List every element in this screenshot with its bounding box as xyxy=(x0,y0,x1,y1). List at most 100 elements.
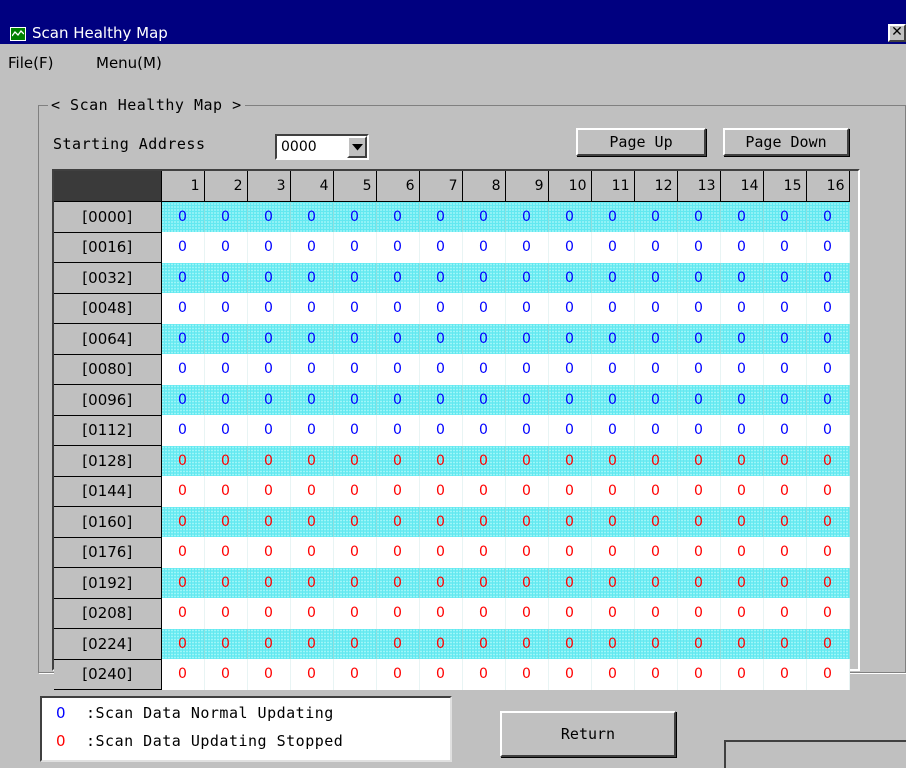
scan-cell: 0 xyxy=(333,537,377,568)
scan-cell: 0 xyxy=(591,445,635,476)
scan-cell: 0 xyxy=(720,354,764,385)
group-title: < Scan Healthy Map > xyxy=(48,96,245,114)
scan-cell: 0 xyxy=(204,384,248,415)
close-icon[interactable]: ✕ xyxy=(888,24,906,42)
starting-address-value: 0000 xyxy=(281,139,317,155)
scan-cell: 0 xyxy=(548,628,592,659)
scan-cell: 0 xyxy=(247,537,291,568)
scan-cell: 0 xyxy=(763,232,807,263)
scan-cell: 0 xyxy=(204,567,248,598)
scan-cell: 0 xyxy=(462,659,506,690)
scan-cell: 0 xyxy=(806,415,850,446)
scan-cell: 0 xyxy=(290,567,334,598)
scan-cell: 0 xyxy=(333,384,377,415)
scan-cell: 0 xyxy=(634,445,678,476)
scan-cell: 0 xyxy=(290,628,334,659)
row-address-label: [0000] xyxy=(54,201,162,233)
legend-stopped: 0:Scan Data Updating Stopped xyxy=(56,732,343,750)
scan-cell: 0 xyxy=(634,232,678,263)
scan-cell: 0 xyxy=(548,506,592,537)
row-address-label: [0176] xyxy=(54,536,162,568)
scan-map-grid[interactable]: 1 2 3 4 5 6 7 8 9 10 11 12 13 14 15 16 [0000] 0 0 0 0 0 0 0 0 0 0 0… xyxy=(52,169,860,690)
scan-cell: 0 xyxy=(247,354,291,385)
scan-cell: 0 xyxy=(419,476,463,507)
page-down-button[interactable]: Page Down xyxy=(723,128,849,156)
scan-cell: 0 xyxy=(505,445,549,476)
menu-bar: File(F) Menu(M) xyxy=(0,44,906,78)
column-header: 2 xyxy=(204,171,248,202)
scan-cell: 0 xyxy=(247,293,291,324)
row-address-label: [0240] xyxy=(54,658,162,690)
scan-cell: 0 xyxy=(333,232,377,263)
scan-cell: 0 xyxy=(548,293,592,324)
scan-cell: 0 xyxy=(763,598,807,629)
scan-cell: 0 xyxy=(677,537,721,568)
scan-cell: 0 xyxy=(247,628,291,659)
scan-cell: 0 xyxy=(591,537,635,568)
column-header: 12 xyxy=(634,171,678,202)
scan-cell: 0 xyxy=(161,567,205,598)
scan-cell: 0 xyxy=(419,384,463,415)
column-header: 9 xyxy=(505,171,549,202)
scan-cell: 0 xyxy=(290,232,334,263)
scan-cell: 0 xyxy=(204,293,248,324)
scan-cell: 0 xyxy=(548,476,592,507)
scan-cell: 0 xyxy=(376,415,420,446)
starting-address-select[interactable]: 0000 xyxy=(275,134,369,160)
scan-cell: 0 xyxy=(204,659,248,690)
scan-cell: 0 xyxy=(505,628,549,659)
scan-cell: 0 xyxy=(376,445,420,476)
scan-cell: 0 xyxy=(720,384,764,415)
scan-cell: 0 xyxy=(548,567,592,598)
scan-cell: 0 xyxy=(204,445,248,476)
scan-cell: 0 xyxy=(376,659,420,690)
table-row: [0000] 0 0 0 0 0 0 0 0 0 0 0 0 0 0 0 0 xyxy=(54,201,850,233)
table-row: [0144] 0 0 0 0 0 0 0 0 0 0 0 0 0 0 0 0 xyxy=(54,475,850,507)
scan-cell: 0 xyxy=(763,262,807,293)
scan-cell: 0 xyxy=(591,567,635,598)
scan-cell: 0 xyxy=(161,293,205,324)
scan-cell: 0 xyxy=(548,201,592,232)
scan-cell: 0 xyxy=(290,201,334,232)
row-address-label: [0224] xyxy=(54,628,162,660)
table-row: [0048] 0 0 0 0 0 0 0 0 0 0 0 0 0 0 0 0 xyxy=(54,292,850,324)
row-address-label: [0208] xyxy=(54,597,162,629)
starting-address-label: Starting Address xyxy=(53,135,206,153)
scan-cell: 0 xyxy=(591,232,635,263)
scan-cell: 0 xyxy=(763,659,807,690)
scan-cell: 0 xyxy=(376,323,420,354)
scan-cell: 0 xyxy=(290,293,334,324)
scan-cell: 0 xyxy=(806,354,850,385)
scan-cell: 0 xyxy=(290,598,334,629)
scan-cell: 0 xyxy=(247,445,291,476)
scan-cell: 0 xyxy=(161,384,205,415)
page-up-button[interactable]: Page Up xyxy=(576,128,706,156)
menu-menu[interactable]: Menu(M) xyxy=(96,54,162,72)
column-header: 6 xyxy=(376,171,420,202)
scan-cell: 0 xyxy=(333,628,377,659)
scan-cell: 0 xyxy=(591,415,635,446)
scan-cell: 0 xyxy=(376,384,420,415)
scan-cell: 0 xyxy=(677,445,721,476)
scan-cell: 0 xyxy=(591,201,635,232)
status-field xyxy=(724,740,906,768)
scan-cell: 0 xyxy=(634,476,678,507)
scan-cell: 0 xyxy=(763,293,807,324)
table-row: [0128] 0 0 0 0 0 0 0 0 0 0 0 0 0 0 0 0 xyxy=(54,445,850,477)
scan-cell: 0 xyxy=(290,506,334,537)
scan-cell: 0 xyxy=(677,384,721,415)
menu-file[interactable]: File(F) xyxy=(8,54,53,72)
return-button[interactable]: Return xyxy=(500,711,676,757)
scan-cell: 0 xyxy=(505,354,549,385)
row-address-label: [0080] xyxy=(54,353,162,385)
column-header: 3 xyxy=(247,171,291,202)
scan-cell: 0 xyxy=(462,415,506,446)
scan-cell: 0 xyxy=(591,384,635,415)
scan-cell: 0 xyxy=(548,384,592,415)
scan-cell: 0 xyxy=(204,476,248,507)
scan-cell: 0 xyxy=(634,262,678,293)
scan-cell: 0 xyxy=(419,201,463,232)
scan-cell: 0 xyxy=(419,598,463,629)
dropdown-arrow-icon[interactable] xyxy=(347,136,367,158)
scan-cell: 0 xyxy=(419,262,463,293)
